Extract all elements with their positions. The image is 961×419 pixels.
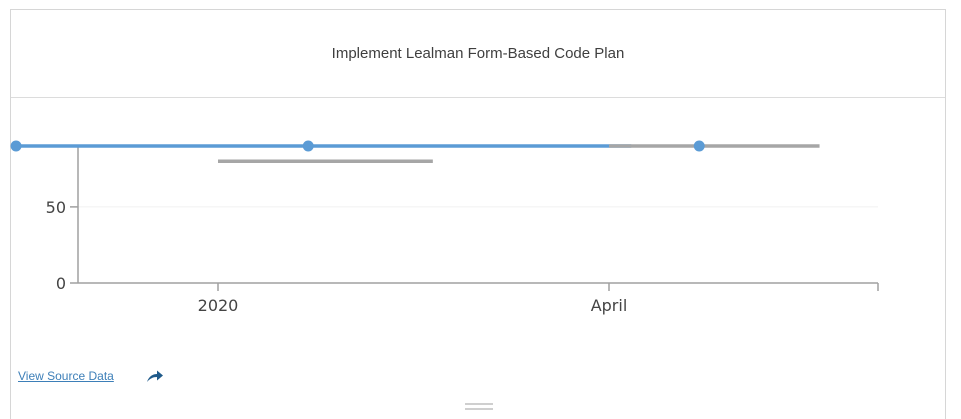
y-tick-label-1: 50 <box>46 198 66 217</box>
series-blue-point-0 <box>10 140 22 152</box>
y-tick-label-0: 0 <box>56 274 66 293</box>
series-blue-point-1 <box>302 140 314 152</box>
resize-handle-icon[interactable] <box>465 403 493 411</box>
x-tick-label-1: April <box>591 296 628 315</box>
chart-header: Implement Lealman Form-Based Code Plan <box>11 10 945 98</box>
chart-title: Implement Lealman Form-Based Code Plan <box>331 45 625 62</box>
x-tick-label-0: 2020 <box>198 296 239 315</box>
series-blue-point-2 <box>693 140 705 152</box>
view-source-data-link[interactable]: View Source Data <box>18 369 114 383</box>
share-arrow-icon[interactable] <box>146 369 164 383</box>
line-chart: 0 50 2020 April <box>10 140 879 315</box>
